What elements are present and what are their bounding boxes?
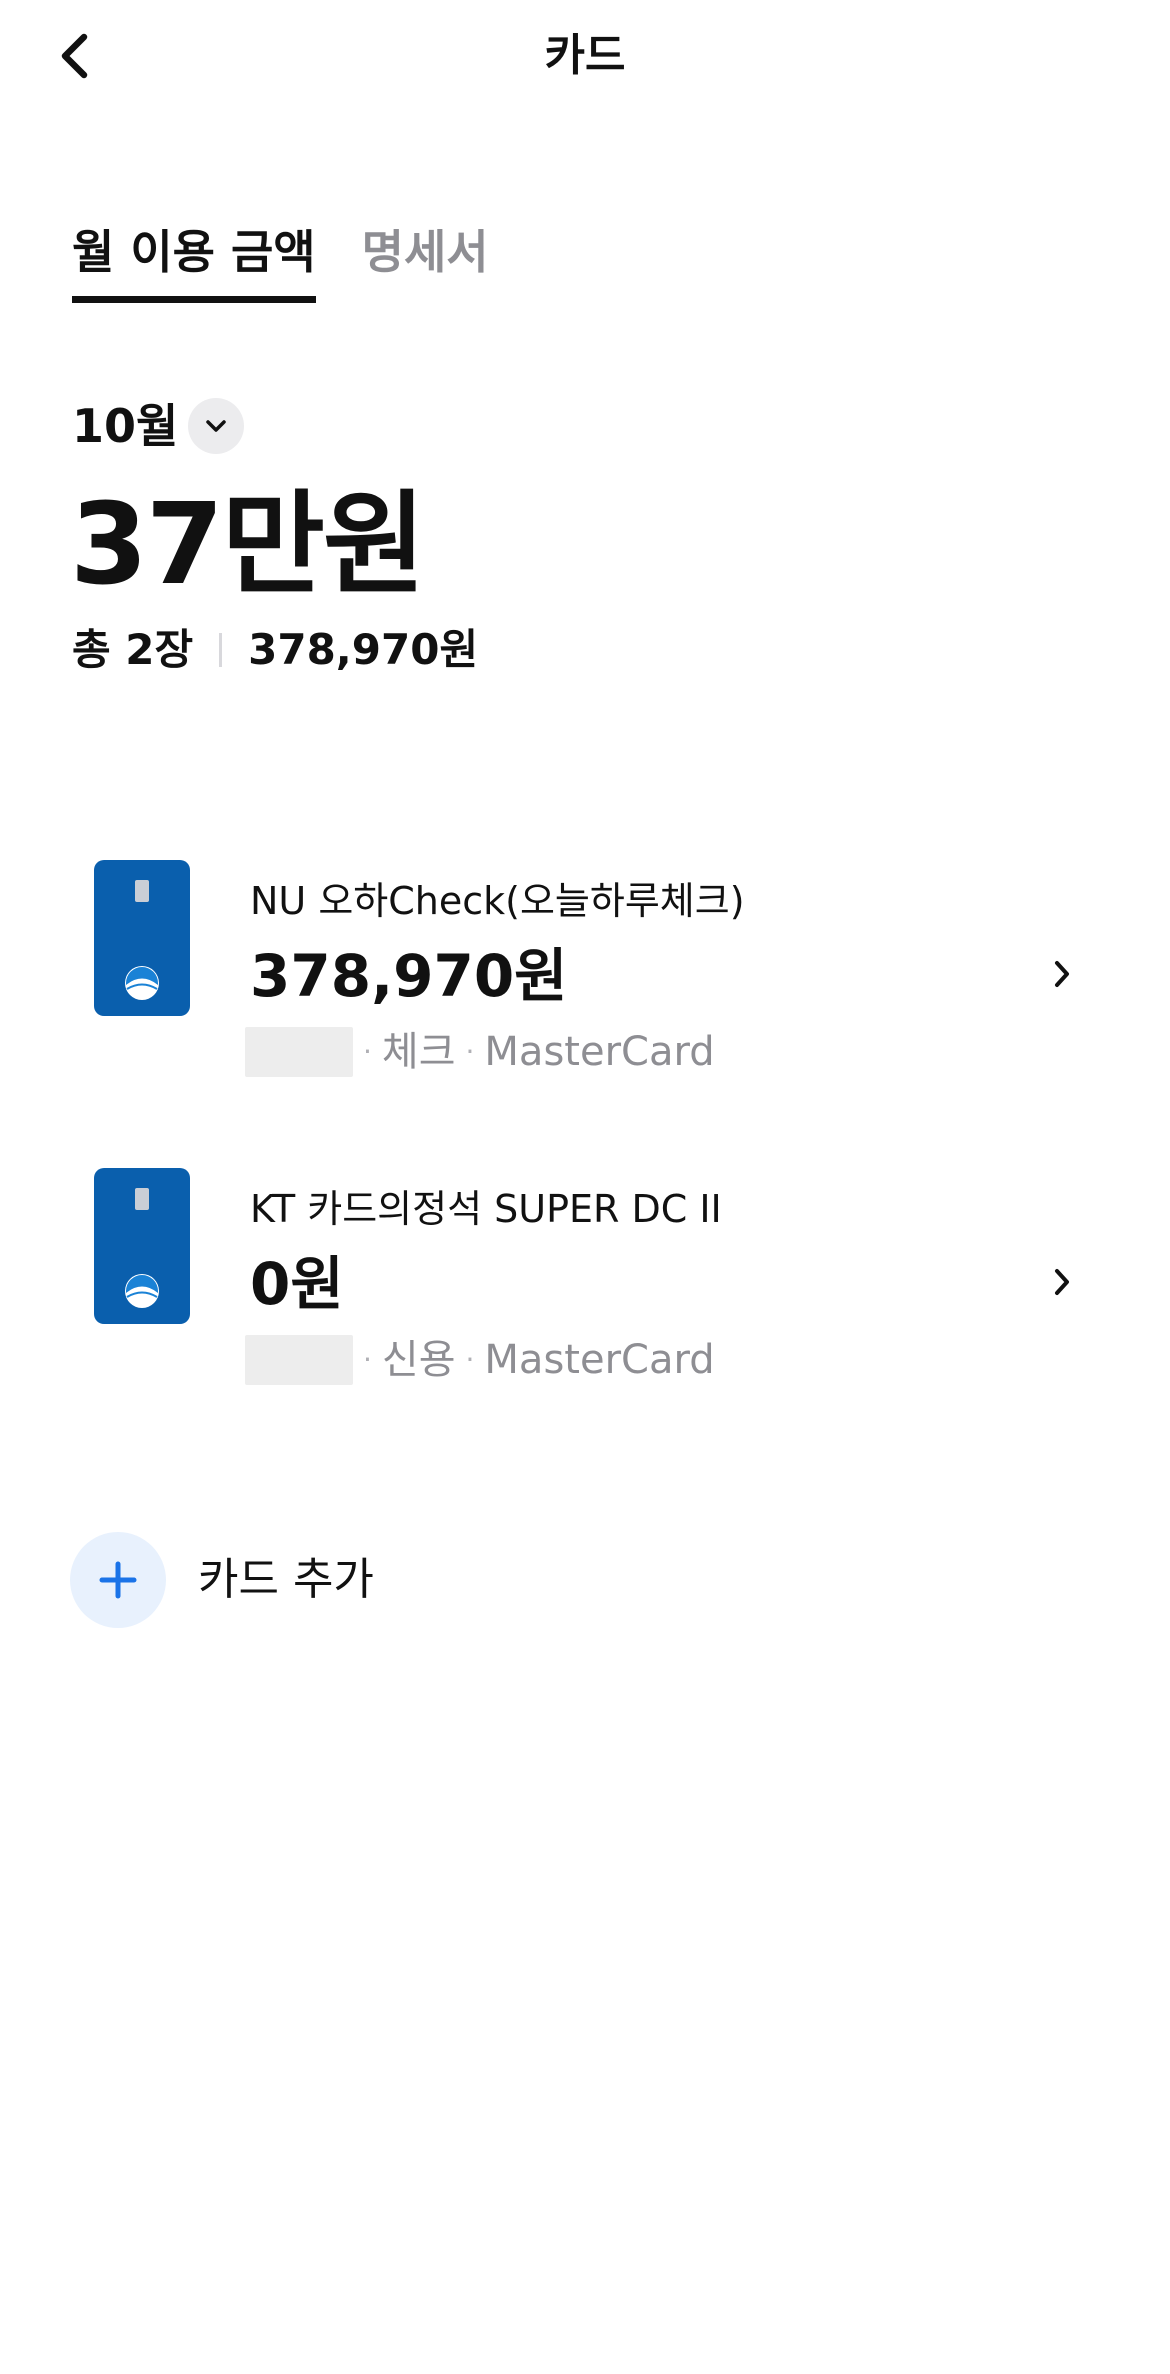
divider [219, 633, 223, 667]
card-name: NU 오하Check(오늘하루체크) [250, 879, 745, 923]
card-meta: · 신용 · MasterCard [245, 1334, 715, 1386]
add-card-button[interactable]: 카드 추가 [70, 1532, 374, 1628]
card-type: 체크 [381, 1029, 456, 1075]
card-network: MasterCard [484, 1337, 715, 1383]
tab-bar: 월 이용 금액 명세서 [72, 222, 489, 303]
monthly-total-amount: 37만원 [70, 480, 426, 610]
chevron-right-icon [1044, 1260, 1080, 1304]
card-image [94, 860, 190, 1016]
card-list-item[interactable]: KT 카드의정석 SUPER DC II 0원 · 신용 · MasterCar… [0, 1158, 1170, 1398]
total-exact-amount: 378,970원 [248, 625, 479, 674]
month-label: 10월 [72, 399, 179, 453]
chevron-down-icon [206, 420, 227, 432]
summary-row: 총 2장 378,970원 [72, 622, 478, 678]
card-brand-logo-icon [125, 1274, 159, 1308]
month-dropdown-button[interactable] [188, 398, 245, 454]
meta-separator: · [465, 1035, 475, 1068]
meta-separator: · [363, 1343, 372, 1376]
card-image [94, 1168, 190, 1324]
add-card-icon-circle [70, 1532, 166, 1628]
card-amount: 0원 [250, 1250, 344, 1318]
meta-separator: · [465, 1343, 475, 1376]
card-meta: · 체크 · MasterCard [245, 1026, 715, 1078]
add-card-label: 카드 추가 [198, 1554, 374, 1605]
page-title: 카드 [544, 30, 626, 81]
card-list-item[interactable]: NU 오하Check(오늘하루체크) 378,970원 · 체크 · Maste… [0, 850, 1170, 1090]
plus-icon [99, 1561, 137, 1599]
meta-separator: · [363, 1035, 372, 1068]
tab-monthly-usage[interactable]: 월 이용 금액 [72, 222, 316, 303]
chevron-right-icon [1044, 952, 1080, 996]
card-chip [135, 1188, 149, 1210]
redacted-card-number [245, 1027, 353, 1077]
tab-statement[interactable]: 명세서 [362, 222, 489, 303]
card-count: 총 2장 [72, 625, 194, 674]
card-type: 신용 [381, 1337, 456, 1383]
card-amount: 378,970원 [250, 942, 568, 1010]
card-network: MasterCard [484, 1029, 715, 1075]
card-name: KT 카드의정석 SUPER DC II [250, 1187, 722, 1231]
redacted-card-number [245, 1335, 353, 1385]
card-brand-logo-icon [125, 966, 159, 1000]
card-chip [135, 880, 149, 902]
month-selector[interactable]: 10월 [72, 396, 245, 456]
top-nav-bar: 카드 [0, 0, 1170, 110]
